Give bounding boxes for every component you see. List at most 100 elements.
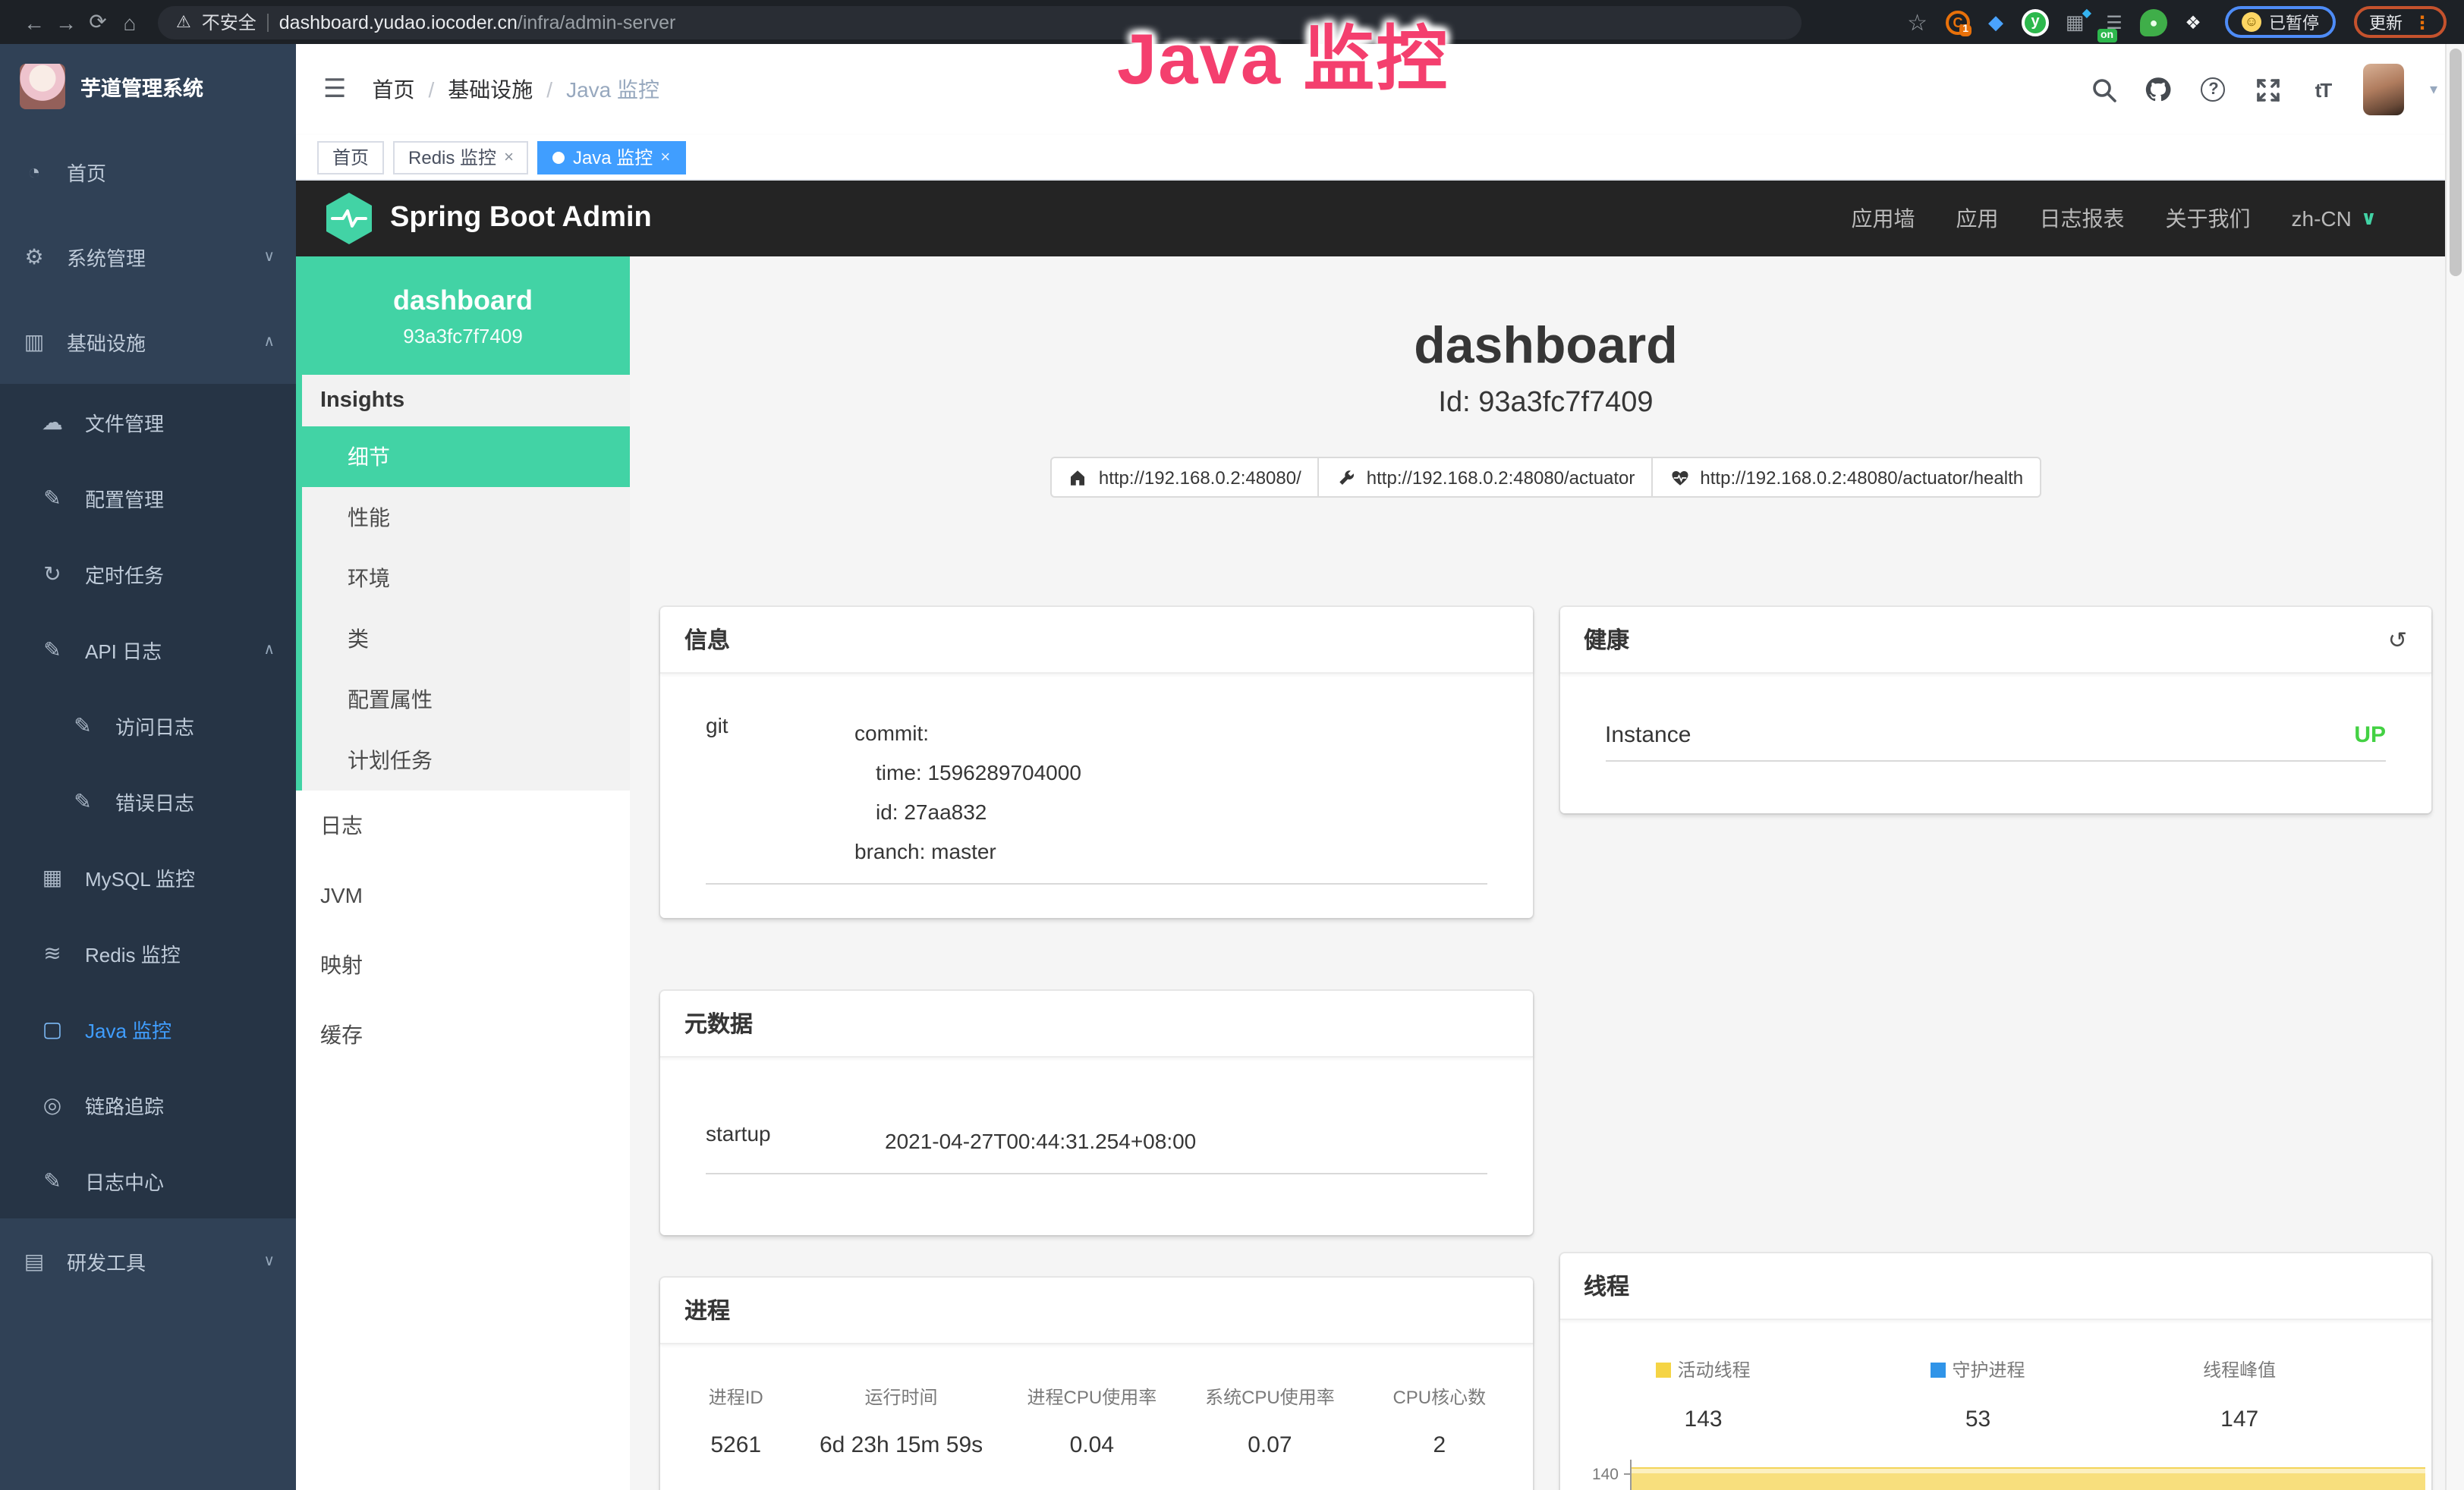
sba-logo-icon[interactable] <box>326 193 372 244</box>
service-url-button[interactable]: http://192.168.0.2:48080/ <box>1050 457 1320 498</box>
tag-home[interactable]: 首页 <box>317 140 384 174</box>
threads-card: 线程 活动线程 守护进程 线程峰值 <box>1559 1253 2431 1490</box>
metadata-card: 元数据 startup 2021-04-27T00:44:31.254+08:0… <box>660 991 1532 1235</box>
legend-label: 守护进程 <box>1952 1356 2025 1382</box>
sidebar-item-metrics[interactable]: 性能 <box>302 487 630 548</box>
scrollbar-thumb[interactable] <box>2450 49 2462 276</box>
help-icon[interactable]: ? <box>2199 75 2228 104</box>
sidebar-item-dev-tools[interactable]: ▤ 研发工具 ∨ <box>0 1218 296 1303</box>
sidebar-item-config-props[interactable]: 配置属性 <box>302 669 630 730</box>
sidebar-item-mysql-monitor[interactable]: ▦ MySQL 监控 <box>0 839 296 915</box>
app-main: ☰ 首页 / 基础设施 / Java 监控 ? <box>296 44 2464 1490</box>
url-host: dashboard.yudao.iocoder.cn <box>279 11 518 33</box>
health-instance-row[interactable]: Instance UP <box>1559 722 2431 748</box>
sidebar-item-redis-monitor[interactable]: ≋ Redis 监控 <box>0 915 296 991</box>
sidebar-item-label: 配置管理 <box>85 483 164 512</box>
security-label[interactable]: 不安全 <box>202 9 256 35</box>
close-icon[interactable]: × <box>504 148 514 166</box>
sidebar-item-details[interactable]: 细节 <box>302 426 630 487</box>
sba-nav-wallboard[interactable]: 应用墙 <box>1852 203 1915 234</box>
search-icon[interactable] <box>2090 75 2119 104</box>
thread-stats-values: 143 53 147 <box>1559 1382 2431 1432</box>
sidebar-item-file-management[interactable]: ☁ 文件管理 <box>0 384 296 460</box>
browser-reload-icon[interactable]: ⟳ <box>82 9 114 35</box>
page-scrollbar[interactable] <box>2445 44 2464 1490</box>
sidebar-item-trace[interactable]: ◎ 链路追踪 <box>0 1067 296 1143</box>
process-table-values: 5261 6d 23h 15m 59s 0.04 0.07 2 <box>660 1410 1532 1458</box>
sidebar-item-log-center[interactable]: ✎ 日志中心 <box>0 1143 296 1218</box>
font-size-icon[interactable]: tT <box>2308 75 2337 104</box>
kebab-menu-icon[interactable]: ⋮ <box>2413 11 2431 33</box>
github-icon[interactable] <box>2145 75 2173 104</box>
extension-y-icon[interactable]: y <box>2022 8 2049 36</box>
sba-brand-title[interactable]: Spring Boot Admin <box>390 202 652 235</box>
sidebar-item-api-log[interactable]: ✎ API 日志 ∧ <box>0 611 296 687</box>
instance-sidebar: dashboard 93a3fc7f7409 Insights 细节 性能 环境… <box>296 256 630 1490</box>
grid-diamond: ◆ <box>2082 5 2091 19</box>
address-bar[interactable]: ⚠ 不安全 dashboard.yudao.iocoder.cn/infra/a… <box>158 5 1801 39</box>
fullscreen-icon[interactable] <box>2254 75 2283 104</box>
browser-home-icon[interactable]: ⌂ <box>114 10 146 34</box>
actuator-url-button[interactable]: http://192.168.0.2:48080/actuator <box>1318 457 1654 498</box>
tag-java-monitor[interactable]: Java 监控 × <box>538 140 685 174</box>
app-logo-row[interactable]: 芋道管理系统 <box>0 44 296 129</box>
sidebar-item-label: Java 监控 <box>85 1014 172 1043</box>
val-live-threads: 143 <box>1559 1407 1847 1432</box>
sidebar-item-mappings[interactable]: 映射 <box>296 930 630 1000</box>
sidebar-item-label: 研发工具 <box>67 1246 146 1275</box>
hamburger-icon[interactable]: ☰ <box>323 74 347 105</box>
sidebar-item-caches[interactable]: 缓存 <box>296 1000 630 1070</box>
extension-leaf-icon[interactable]: ● <box>2140 8 2167 36</box>
sba-nav-about[interactable]: 关于我们 <box>2166 203 2251 234</box>
browser-update-button[interactable]: 更新 ⋮ <box>2354 6 2447 38</box>
wrench-icon <box>1336 467 1356 487</box>
sidebar-item-scheduled[interactable]: 计划任务 <box>302 730 630 791</box>
extension-onetab-icon[interactable]: ☰on <box>2101 8 2128 36</box>
breadcrumb-infrastructure[interactable]: 基础设施 <box>448 74 533 105</box>
extensions-puzzle-icon[interactable]: ❖ <box>2179 8 2207 36</box>
bookmark-star-icon[interactable]: ☆ <box>1907 8 1927 36</box>
question-glyph: ? <box>2201 77 2226 102</box>
instance-detail-main: dashboard Id: 93a3fc7f7409 http://192.16… <box>630 256 2464 1490</box>
sidebar-item-environment[interactable]: 环境 <box>302 548 630 608</box>
git-commit-line: commit: <box>854 713 1487 753</box>
browser-forward-icon[interactable]: → <box>50 10 82 34</box>
sba-nav-applications[interactable]: 应用 <box>1956 203 1999 234</box>
sidebar-item-logs[interactable]: 日志 <box>296 791 630 860</box>
browser-back-icon[interactable]: ← <box>18 10 50 34</box>
page-url[interactable]: dashboard.yudao.iocoder.cn/infra/admin-s… <box>279 11 676 33</box>
sidebar-item-jvm[interactable]: JVM <box>296 860 630 930</box>
app-title: 芋道管理系统 <box>80 71 203 102</box>
extension-pin-icon[interactable]: ◆ <box>1982 8 2009 36</box>
sidebar-item-java-monitor[interactable]: ▢ Java 监控 <box>0 991 296 1067</box>
locale-select[interactable]: zh-CN ∨ <box>2292 206 2377 231</box>
sidebar-item-error-log[interactable]: ✎ 错误日志 <box>0 763 296 839</box>
sidebar-item-system-management[interactable]: ⚙ 系统管理 ∨ <box>0 214 296 299</box>
health-url-button[interactable]: http://192.168.0.2:48080/actuator/health <box>1651 457 2041 498</box>
extension-colab-icon[interactable]: C1 <box>1946 10 1970 34</box>
info-key: git <box>706 713 854 871</box>
instance-header[interactable]: dashboard 93a3fc7f7409 <box>296 256 630 375</box>
metadata-startup-row: startup 2021-04-27T00:44:31.254+08:00 <box>660 1121 1532 1161</box>
sba-nav-journal[interactable]: 日志报表 <box>2040 203 2125 234</box>
user-avatar[interactable] <box>2363 64 2404 115</box>
legend-label: 线程峰值 <box>2203 1356 2276 1382</box>
sidebar-item-infrastructure[interactable]: ▥ 基础设施 ∧ <box>0 299 296 384</box>
sidebar-item-config-management[interactable]: ✎ 配置管理 <box>0 460 296 536</box>
process-table-header: 进程ID 运行时间 进程CPU使用率 系统CPU使用率 CPU核心数 <box>660 1344 1532 1410</box>
sidebar-item-scheduled-tasks[interactable]: ↻ 定时任务 <box>0 536 296 611</box>
breadcrumb-current: Java 监控 <box>566 74 659 105</box>
avatar-caret-icon[interactable]: ▾ <box>2430 81 2437 98</box>
metadata-value: 2021-04-27T00:44:31.254+08:00 <box>885 1121 1487 1161</box>
extension-grid-icon[interactable]: ▦◆ <box>2061 8 2088 36</box>
history-icon[interactable]: ↺ <box>2388 626 2407 653</box>
edit-square-icon: ✎ <box>70 712 96 738</box>
profile-avatar-emoji: ☺ <box>2242 12 2261 32</box>
sidebar-item-access-log[interactable]: ✎ 访问日志 <box>0 687 296 763</box>
sidebar-item-home[interactable]: ◔ 首页 <box>0 129 296 214</box>
breadcrumb-home[interactable]: 首页 <box>373 74 415 105</box>
tag-redis-monitor[interactable]: Redis 监控 × <box>393 140 529 174</box>
profile-paused-chip[interactable]: ☺ 已暂停 <box>2225 6 2336 38</box>
close-icon[interactable]: × <box>660 148 670 166</box>
sidebar-item-classes[interactable]: 类 <box>302 608 630 669</box>
